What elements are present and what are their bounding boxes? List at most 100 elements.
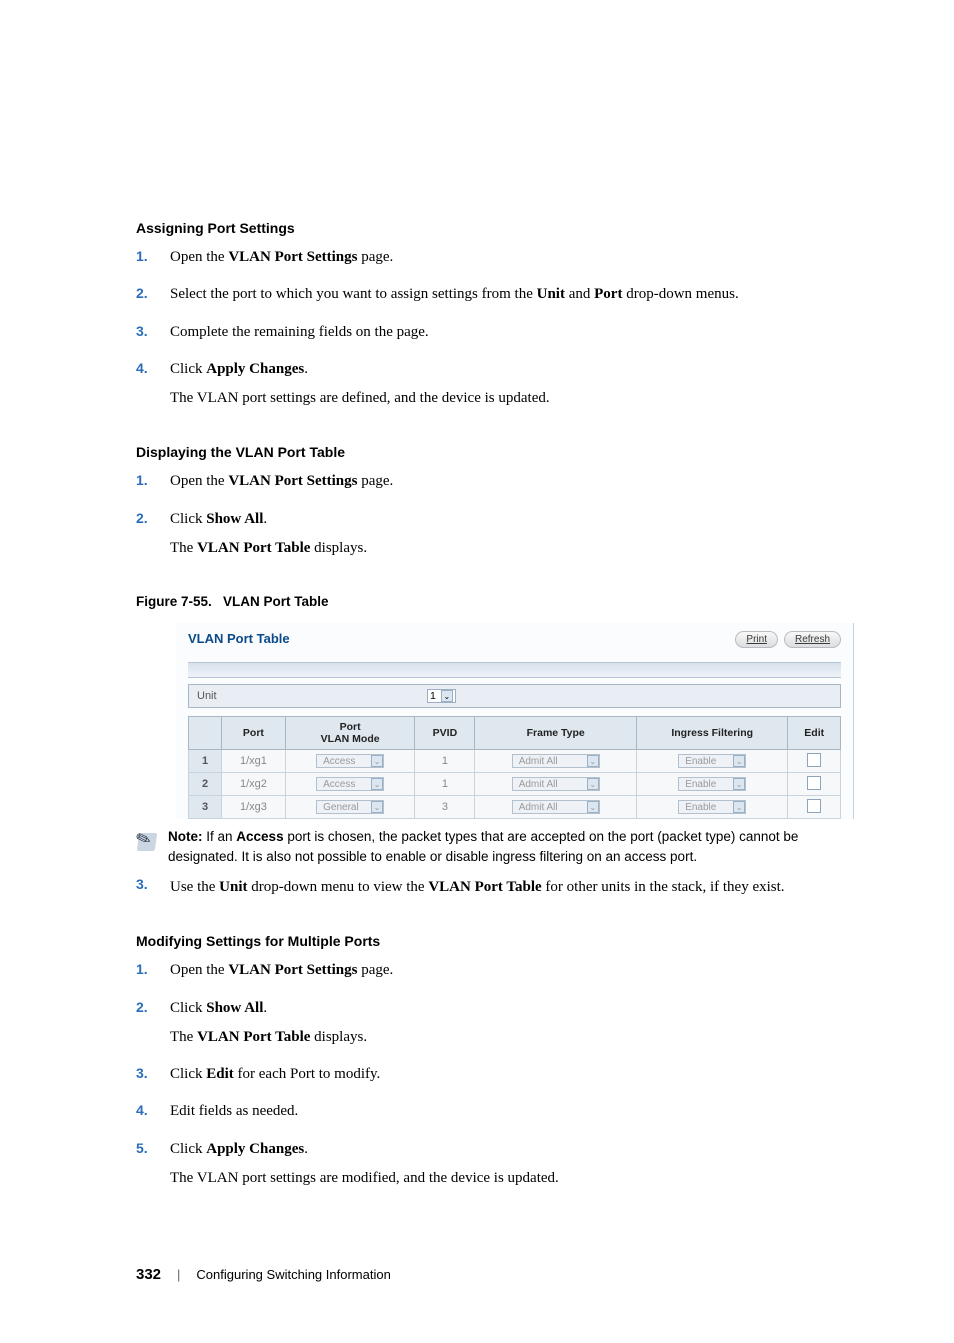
cell-port: 1/xg1 [222,750,286,773]
step-number: 1. [136,959,170,981]
col-mode: PortVLAN Mode [285,717,415,750]
steps-assigning: 1. Open the VLAN Port Settings page. 2. … [136,246,854,416]
step-text: Select the port to which you want to ass… [170,283,854,306]
step-item: 5. Click Apply Changes. The VLAN port se… [136,1138,854,1197]
panel-title: VLAN Port Table [188,631,290,646]
col-edit: Edit [788,717,841,750]
row-index: 2 [189,773,222,796]
step-number: 5. [136,1138,170,1160]
cell-mode: Access⌄ [285,773,415,796]
document-page: Assigning Port Settings 1. Open the VLAN… [0,0,954,1343]
cell-pvid: 1 [415,750,475,773]
step-text: Open the VLAN Port Settings page. [170,959,854,982]
step-number: 3. [136,876,170,905]
step-number: 4. [136,358,170,380]
chevron-down-icon: ⌄ [587,801,599,813]
col-frame: Frame Type [475,717,637,750]
mode-select[interactable]: Access⌄ [316,754,384,768]
step-followup: The VLAN port settings are modified, and… [170,1167,854,1190]
ingress-select[interactable]: Enable⌄ [678,800,746,814]
step-text: Open the VLAN Port Settings page. [170,470,854,493]
cell-frame: Admit All⌄ [475,773,637,796]
step-item: 4. Edit fields as needed. [136,1100,854,1129]
cell-ingress: Enable⌄ [636,773,787,796]
cell-mode: Access⌄ [285,750,415,773]
chevron-down-icon: ⌄ [441,690,453,702]
table-row: 31/xg3General⌄3Admit All⌄Enable⌄ [189,796,841,819]
step-followup: The VLAN port settings are defined, and … [170,387,854,410]
step-followup: The VLAN Port Table displays. [170,537,854,560]
chevron-down-icon: ⌄ [733,755,745,767]
note-icon [136,829,158,851]
cell-pvid: 1 [415,773,475,796]
refresh-button[interactable]: Refresh [784,631,841,648]
cell-mode: General⌄ [285,796,415,819]
ingress-select[interactable]: Enable⌄ [678,754,746,768]
col-pvid: PVID [415,717,475,750]
row-index: 3 [189,796,222,819]
step-item: 2. Click Show All. The VLAN Port Table d… [136,508,854,567]
step-text: Click Show All. [170,997,854,1020]
step-number: 2. [136,283,170,305]
cell-edit [788,796,841,819]
chevron-down-icon: ⌄ [371,778,383,790]
divider [188,662,841,678]
unit-select[interactable]: 1 ⌄ [427,689,456,703]
step-number: 1. [136,246,170,268]
mode-select[interactable]: General⌄ [316,800,384,814]
chevron-down-icon: ⌄ [371,801,383,813]
step-item: 1. Open the VLAN Port Settings page. [136,470,854,499]
note-block: Note: If an Access port is chosen, the p… [136,827,854,866]
footer-divider: | [177,1267,180,1282]
table-row: 21/xg2Access⌄1Admit All⌄Enable⌄ [189,773,841,796]
step-item: 3. Use the Unit drop-down menu to view t… [136,876,854,905]
cell-edit [788,750,841,773]
step-text: Click Edit for each Port to modify. [170,1063,854,1086]
frame-select[interactable]: Admit All⌄ [512,800,600,814]
cell-frame: Admit All⌄ [475,750,637,773]
cell-frame: Admit All⌄ [475,796,637,819]
step-text: Click Apply Changes. [170,1138,854,1161]
note-text: Note: If an Access port is chosen, the p… [168,827,854,866]
table-row: 11/xg1Access⌄1Admit All⌄Enable⌄ [189,750,841,773]
step-number: 2. [136,508,170,530]
step-item: 3. Complete the remaining fields on the … [136,321,854,350]
step-text: Click Apply Changes. [170,358,854,381]
step-item: 2. Click Show All. The VLAN Port Table d… [136,997,854,1056]
frame-select[interactable]: Admit All⌄ [512,777,600,791]
section-heading-modifying: Modifying Settings for Multiple Ports [136,933,854,949]
step-text: Complete the remaining fields on the pag… [170,321,854,344]
edit-checkbox[interactable] [807,776,821,790]
steps-displaying: 1. Open the VLAN Port Settings page. 2. … [136,470,854,566]
chevron-down-icon: ⌄ [371,755,383,767]
cell-edit [788,773,841,796]
chevron-down-icon: ⌄ [587,778,599,790]
col-port: Port [222,717,286,750]
page-footer: 332 | Configuring Switching Information [136,1266,854,1283]
ingress-select[interactable]: Enable⌄ [678,777,746,791]
vlan-port-table: Port PortVLAN Mode PVID Frame Type Ingre… [188,716,841,819]
step-text: Click Show All. [170,508,854,531]
unit-row: Unit 1 ⌄ [188,684,841,708]
row-index: 1 [189,750,222,773]
section-heading-assigning: Assigning Port Settings [136,220,854,236]
edit-checkbox[interactable] [807,753,821,767]
page-number: 332 [136,1266,161,1283]
step-number: 1. [136,470,170,492]
step-number: 3. [136,1063,170,1085]
step-number: 4. [136,1100,170,1122]
step-number: 3. [136,321,170,343]
steps-modifying: 1. Open the VLAN Port Settings page. 2. … [136,959,854,1196]
step-item: 2. Select the port to which you want to … [136,283,854,312]
step-item: 1. Open the VLAN Port Settings page. [136,246,854,275]
edit-checkbox[interactable] [807,799,821,813]
section-heading-displaying: Displaying the VLAN Port Table [136,444,854,460]
cell-pvid: 3 [415,796,475,819]
mode-select[interactable]: Access⌄ [316,777,384,791]
print-button[interactable]: Print [735,631,778,648]
step-item: 3. Click Edit for each Port to modify. [136,1063,854,1092]
step-text: Open the VLAN Port Settings page. [170,246,854,269]
step-text: Edit fields as needed. [170,1100,854,1123]
frame-select[interactable]: Admit All⌄ [512,754,600,768]
step-number: 2. [136,997,170,1019]
